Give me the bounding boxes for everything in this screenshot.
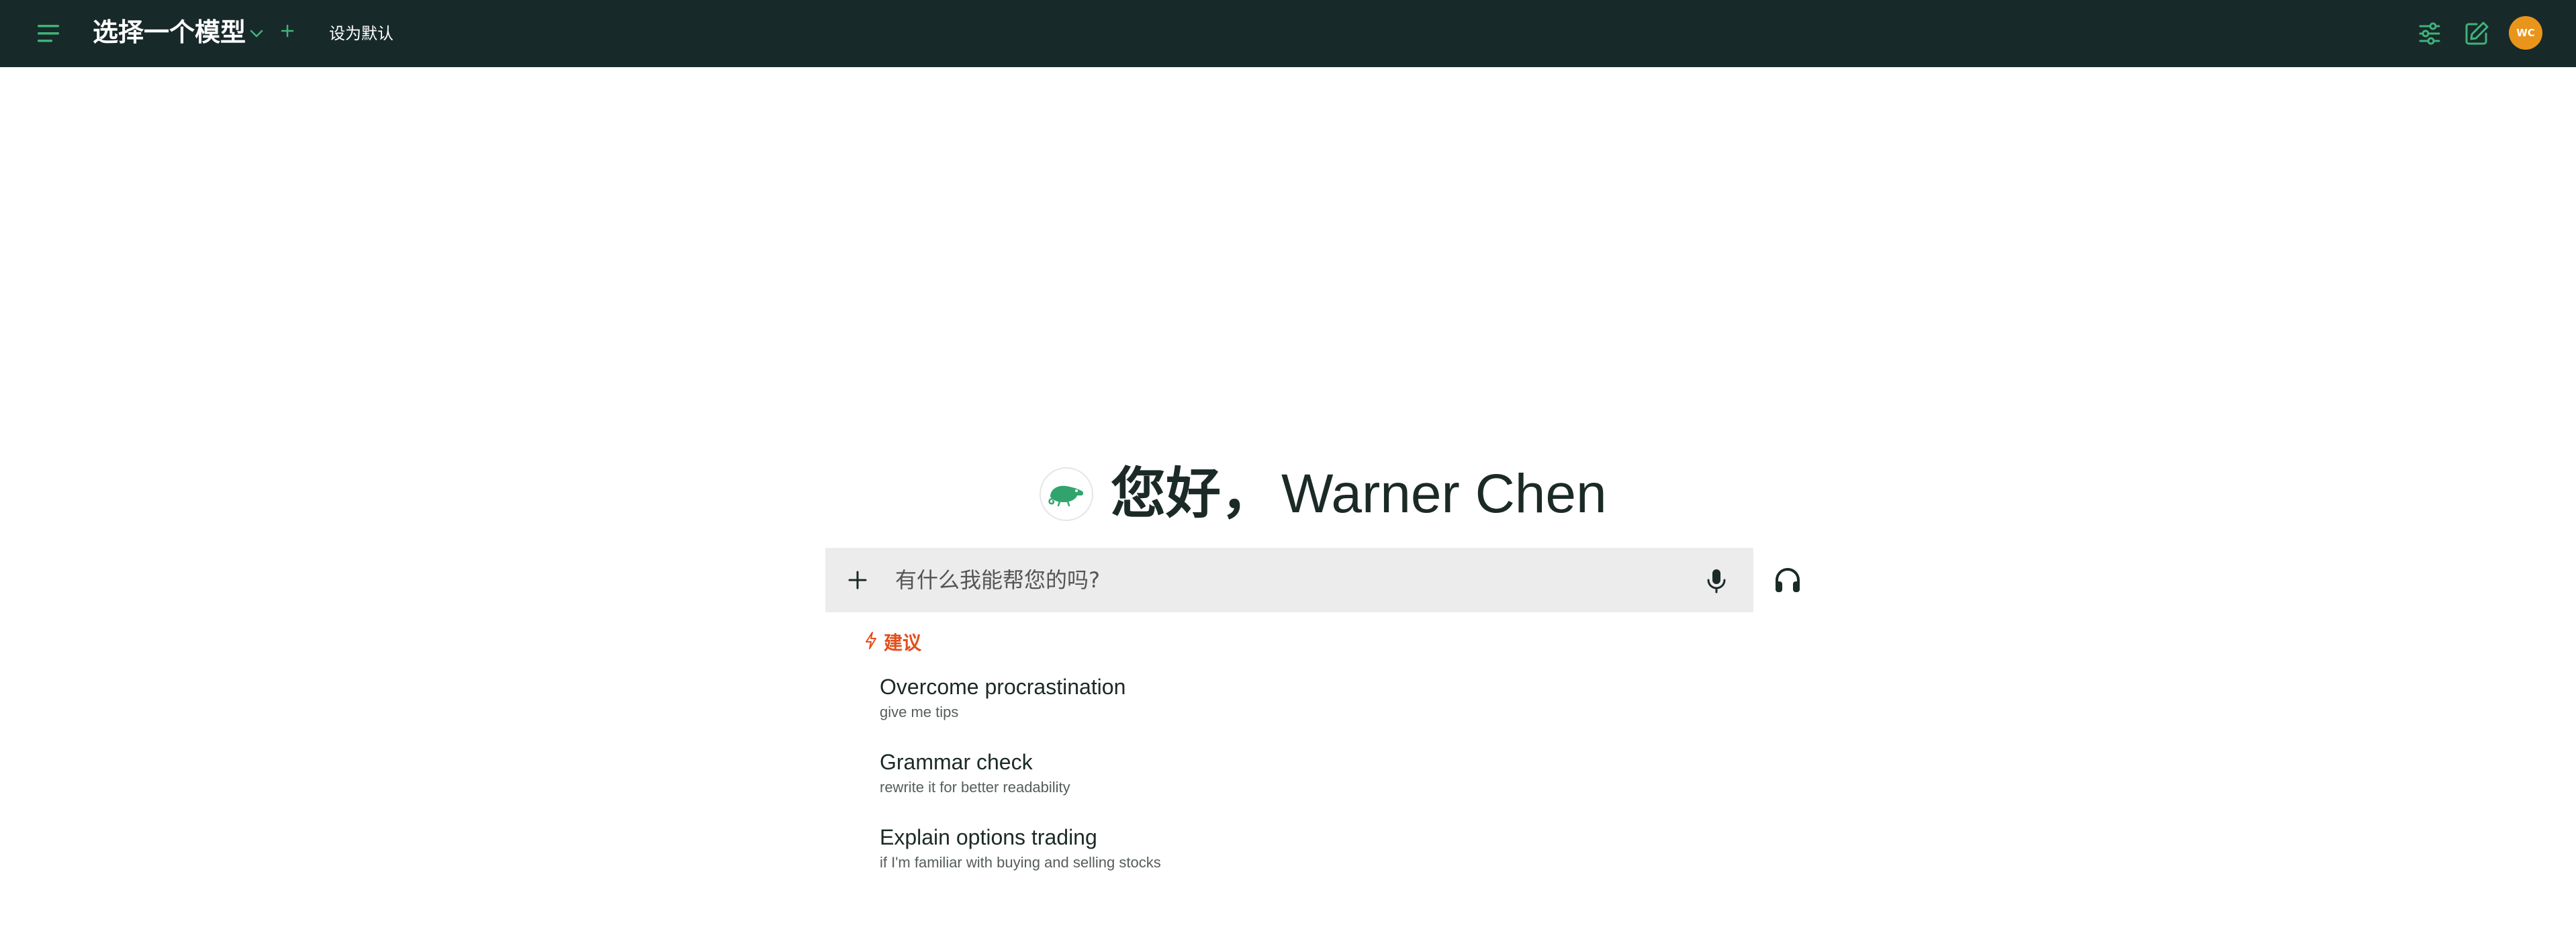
menu-icon[interactable] bbox=[36, 21, 63, 46]
chat-input-box bbox=[825, 548, 1753, 612]
chevron-down-icon[interactable] bbox=[247, 24, 266, 43]
suggestion-title: Grammar check bbox=[880, 750, 1033, 774]
suggestions-header: 建议 bbox=[864, 628, 921, 655]
chameleon-logo-icon bbox=[1040, 467, 1093, 521]
suggestions-title: 建议 bbox=[884, 632, 922, 654]
suggestion-item[interactable]: Overcome procrastination give me tips bbox=[880, 673, 1417, 722]
greeting-row: 您好， Warner Chen bbox=[1040, 459, 1607, 529]
chat-input[interactable] bbox=[895, 560, 1634, 600]
add-model-plus-icon[interactable] bbox=[278, 21, 297, 40]
suggestion-item[interactable]: Explain options trading if I'm familiar … bbox=[880, 823, 1417, 873]
microphone-icon[interactable] bbox=[1701, 565, 1732, 596]
attach-plus-icon[interactable] bbox=[845, 568, 870, 592]
suggestion-item[interactable]: Grammar check rewrite it for better read… bbox=[880, 748, 1417, 798]
edit-icon[interactable] bbox=[2462, 19, 2491, 48]
headphones-icon[interactable] bbox=[1772, 564, 1804, 596]
set-default-button[interactable]: 设为默认 bbox=[329, 20, 394, 47]
avatar[interactable]: WC bbox=[2509, 16, 2542, 50]
suggestion-subtitle: rewrite it for better readability bbox=[880, 779, 1070, 796]
sliders-icon[interactable] bbox=[2415, 19, 2444, 48]
lightning-icon bbox=[864, 631, 878, 653]
suggestion-title: Explain options trading bbox=[880, 825, 1097, 849]
user-name: Warner Chen bbox=[1281, 463, 1607, 524]
suggestion-subtitle: if I'm familiar with buying and selling … bbox=[880, 854, 1161, 871]
top-bar: 选择一个模型 设为默认 WC bbox=[0, 0, 2576, 67]
suggestion-subtitle: give me tips bbox=[880, 704, 959, 720]
model-selector-title[interactable]: 选择一个模型 bbox=[93, 13, 246, 51]
suggestion-title: Overcome procrastination bbox=[880, 675, 1126, 699]
greeting-text: 您好， bbox=[1111, 462, 1277, 526]
